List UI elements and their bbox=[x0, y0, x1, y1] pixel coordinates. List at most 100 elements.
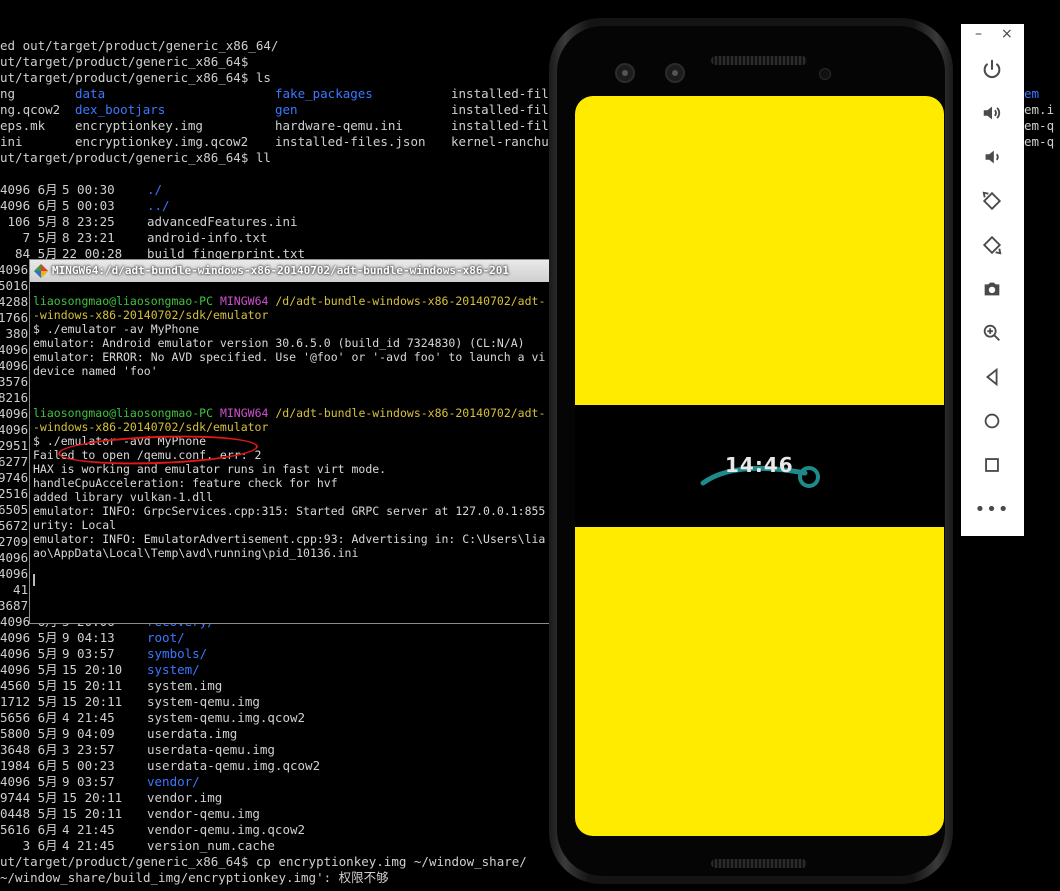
terminal-size-fragment: 4096 bbox=[0, 358, 29, 373]
volume-up-button[interactable] bbox=[978, 99, 1006, 127]
terminal-line: ut/target/product/generic_x86_64$ ll bbox=[0, 150, 271, 165]
prompt-path-1: -windows-x86-20140702/sdk/emulator bbox=[33, 308, 269, 322]
terminal-text: hardware-qemu.ini bbox=[275, 118, 403, 133]
zoom-icon bbox=[983, 324, 1000, 341]
text-cursor bbox=[33, 574, 35, 586]
terminal-text: 9 03:57 bbox=[62, 774, 115, 789]
rotate-left-button[interactable] bbox=[978, 187, 1006, 215]
terminal-size-fragment: 4288 bbox=[0, 294, 29, 309]
bottom-speaker-grille bbox=[711, 859, 807, 868]
prompt-line-1: liaosongmao@liaosongmao-PC MINGW64 /d/ad… bbox=[33, 294, 546, 308]
terminal-size-fragment: 4096 bbox=[0, 566, 29, 581]
terminal-size-fragment: 3576 bbox=[0, 374, 29, 389]
front-sensor-icon bbox=[665, 63, 685, 83]
prompt-line-2: liaosongmao@liaosongmao-PC MINGW64 /d/ad… bbox=[33, 406, 546, 420]
terminal-text: vendor-qemu.img bbox=[147, 806, 260, 821]
terminal-size-fragment: 380 bbox=[0, 326, 29, 341]
terminal-text: 4096 6月 bbox=[0, 182, 58, 197]
terminal-text: system-qemu.img.qcow2 bbox=[147, 710, 306, 725]
terminal-text: 4096 5月 bbox=[0, 662, 58, 677]
mingw-app-icon bbox=[34, 264, 48, 278]
terminal-text: 15 20:11 bbox=[62, 806, 123, 821]
lock-screen-clock-band[interactable]: 14:46 bbox=[575, 405, 944, 527]
output-line: emulator: INFO: EmulatorAdvertisement.cp… bbox=[33, 532, 546, 546]
terminal-text: vendor.img bbox=[147, 790, 223, 805]
terminal-text: 1984 6月 bbox=[0, 758, 58, 773]
terminal-text: version_num.cache bbox=[147, 838, 275, 853]
terminal-text: 3 23:57 bbox=[62, 742, 115, 757]
terminal-size-fragment: 4096 bbox=[0, 406, 29, 421]
output-line: emulator: INFO: GrpcServices.cpp:315: St… bbox=[33, 504, 546, 518]
prompt-path-2: -windows-x86-20140702/sdk/emulator bbox=[33, 420, 269, 434]
terminal-text: data bbox=[75, 86, 106, 101]
terminal-text: vendor-qemu.img.qcow2 bbox=[147, 822, 306, 837]
terminal-size-fragment: 6277 bbox=[0, 454, 29, 469]
top-speaker-grille bbox=[711, 56, 807, 65]
output-line: device named 'foo' bbox=[33, 364, 158, 378]
command-line-1: $ ./emulator -av MyPhone bbox=[33, 322, 200, 336]
terminal-text: ng.qcow2 bbox=[0, 102, 61, 117]
terminal-text: eps.mk bbox=[0, 118, 46, 133]
volume-down-button[interactable] bbox=[978, 143, 1006, 171]
terminal-text: installed-fil bbox=[451, 86, 549, 101]
output-line: ao\AppData\Local\Temp\avd\running\pid_10… bbox=[33, 546, 359, 560]
terminal-line: ~/window_share/build_img/encryptionkey.i… bbox=[0, 870, 389, 885]
terminal-text: 15 20:11 bbox=[62, 694, 123, 709]
overview-button[interactable] bbox=[978, 451, 1006, 479]
terminal-text: 9 04:13 bbox=[62, 630, 115, 645]
terminal-text: 7 5月 bbox=[0, 230, 58, 245]
output-line: urity: Local bbox=[33, 518, 117, 532]
terminal-text: 5 00:03 bbox=[62, 198, 115, 213]
terminal-line: ut/target/product/generic_x86_64$ cp enc… bbox=[0, 854, 527, 869]
terminal-text: 0448 5月 bbox=[0, 806, 58, 821]
terminal-text: 4096 5月 bbox=[0, 646, 58, 661]
terminal-size-fragment: 4096 bbox=[0, 550, 29, 565]
minimize-button[interactable]: – bbox=[975, 26, 982, 42]
terminal-text: ini bbox=[0, 134, 23, 149]
terminal-size-fragment: 2709 bbox=[0, 534, 29, 549]
terminal-text: root/ bbox=[147, 630, 185, 645]
screenshot-button[interactable] bbox=[978, 275, 1006, 303]
rotate-right-button[interactable] bbox=[978, 231, 1006, 259]
output-line: emulator: ERROR: No AVD specified. Use '… bbox=[33, 350, 546, 364]
mingw-terminal-window[interactable]: MINGW64:/d/adt-bundle-windows-x86-201407… bbox=[29, 259, 551, 624]
terminal-text: 4 21:45 bbox=[62, 710, 115, 725]
camera-icon bbox=[984, 282, 1000, 296]
proximity-sensor-icon bbox=[819, 68, 831, 80]
mingw-title-bar[interactable]: MINGW64:/d/adt-bundle-windows-x86-201407… bbox=[30, 260, 551, 282]
output-line: emulator: Android emulator version 30.6.… bbox=[33, 336, 525, 350]
close-button[interactable]: × bbox=[1001, 26, 1013, 42]
back-button[interactable] bbox=[978, 363, 1006, 391]
terminal-line: ed out/target/product/generic_x86_64/ bbox=[0, 38, 279, 53]
home-button[interactable] bbox=[978, 407, 1006, 435]
terminal-text: installed-fil bbox=[451, 102, 549, 117]
terminal-text: em bbox=[1024, 86, 1040, 101]
terminal-text: dex_bootjars bbox=[75, 102, 166, 117]
terminal-size-fragment: 2951 bbox=[0, 438, 29, 453]
terminal-size-fragment: 8216 bbox=[0, 390, 29, 405]
terminal-text: 4 21:45 bbox=[62, 838, 115, 853]
terminal-text: 4560 5月 bbox=[0, 678, 58, 693]
phone-screen[interactable]: 14:46 bbox=[575, 96, 944, 836]
terminal-size-fragment: 2516 bbox=[0, 486, 29, 501]
terminal-text: advancedFeatures.ini bbox=[147, 214, 298, 229]
terminal-text: ng bbox=[0, 86, 16, 101]
phone-emulator-frame: 14:46 bbox=[549, 18, 953, 884]
terminal-text: 5800 5月 bbox=[0, 726, 58, 741]
terminal-text: gen bbox=[275, 102, 298, 117]
terminal-text: 3648 6月 bbox=[0, 742, 58, 757]
terminal-text: 4096 5月 bbox=[0, 630, 58, 645]
terminal-size-fragment: 6505 bbox=[0, 502, 29, 517]
more-button[interactable]: ••• bbox=[975, 495, 1009, 523]
mingw-title: MINGW64:/d/adt-bundle-windows-x86-201407… bbox=[52, 264, 509, 277]
zoom-button[interactable] bbox=[978, 319, 1006, 347]
phone-body: 14:46 bbox=[557, 26, 945, 876]
terminal-size-fragment: 5016 bbox=[0, 278, 29, 293]
terminal-text: 8 23:25 bbox=[62, 214, 115, 229]
terminal-text: ./ bbox=[147, 182, 163, 197]
terminal-text: 5 00:30 bbox=[62, 182, 115, 197]
front-camera-icon bbox=[615, 63, 635, 83]
power-button[interactable] bbox=[978, 55, 1006, 83]
terminal-text: 106 5月 bbox=[0, 214, 58, 229]
terminal-size-fragment: 41 bbox=[0, 582, 29, 597]
